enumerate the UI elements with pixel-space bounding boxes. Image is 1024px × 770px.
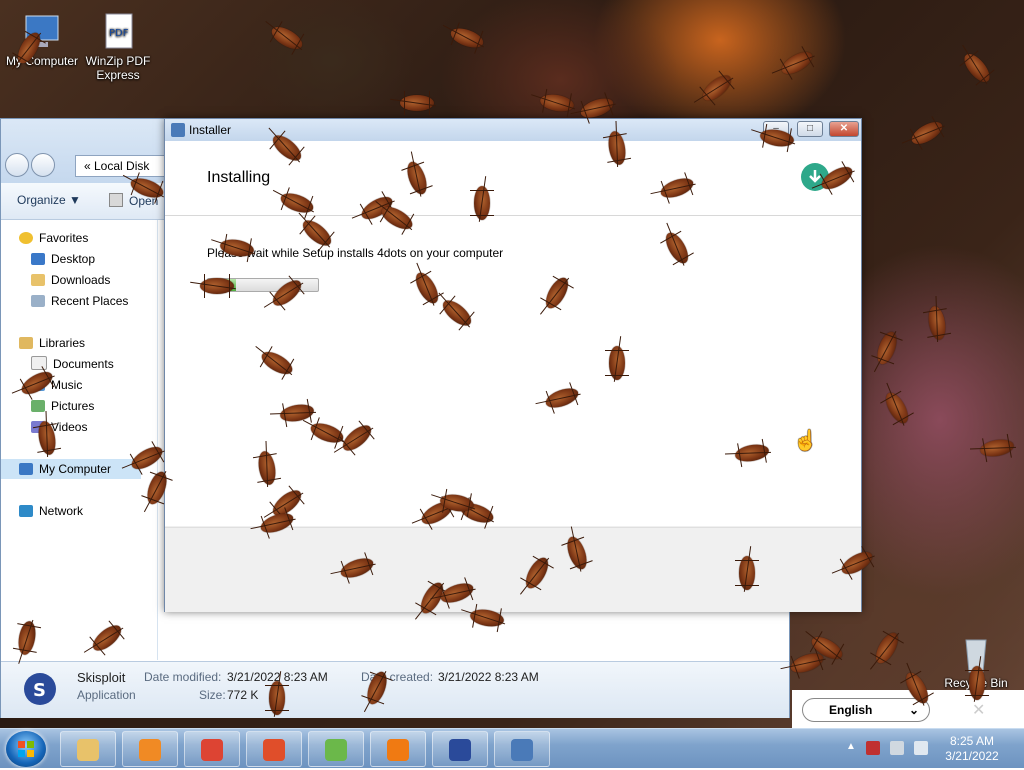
file-explorer-icon (77, 739, 99, 761)
installer-title: Installer (189, 123, 232, 137)
sidebar-label: My Computer (39, 462, 112, 476)
sidebar-label: Documents (53, 357, 114, 371)
date-modified-label: Date modified: (144, 670, 222, 684)
media-player-icon (139, 739, 161, 761)
network-tray-icon[interactable] (890, 741, 904, 755)
close-icon[interactable]: ✕ (972, 700, 985, 720)
cockroach-icon (969, 666, 985, 700)
computer-icon (19, 463, 33, 475)
sidebar-label: Desktop (51, 252, 96, 266)
libraries-icon (19, 337, 33, 349)
cockroach-icon (278, 402, 316, 424)
clock-date: 3/21/2022 (945, 749, 999, 763)
maximize-button[interactable]: □ (797, 121, 823, 137)
windows-logo-icon (18, 741, 34, 757)
show-hidden-icons-icon[interactable]: ▲ (846, 741, 856, 752)
taskbar-button-avast[interactable] (370, 731, 426, 767)
taskbar-button-skisploit[interactable] (432, 731, 488, 767)
sidebar-item-favorites[interactable]: Favorites (19, 228, 88, 248)
sidebar-label: Pictures (51, 399, 95, 413)
sidebar-item-recent-places[interactable]: Recent Places (31, 291, 128, 311)
details-pane: S Skisploit Application Date modified: 3… (1, 661, 789, 718)
forward-button[interactable] (31, 153, 55, 177)
recent-places-icon (31, 295, 45, 307)
cockroach-icon (269, 681, 285, 715)
language-value: English (829, 703, 873, 717)
sidebar-label: Recent Places (51, 294, 129, 308)
cockroach-icon (200, 274, 234, 298)
volume-icon[interactable] (914, 741, 928, 755)
network-icon (19, 505, 33, 517)
desktop-icon (31, 253, 45, 265)
hand-cursor-icon: ☝ (793, 430, 818, 452)
organize-button[interactable]: Organize ▼ (17, 193, 81, 207)
sidebar-label: Libraries (39, 336, 86, 350)
taskbar-button-installer[interactable] (494, 731, 550, 767)
navigation-pane: Favorites Desktop Downloads Recent Place… (1, 220, 158, 660)
skisploit-icon (449, 739, 471, 761)
sidebar-item-downloads[interactable]: Downloads (31, 270, 110, 290)
office-icon (263, 739, 285, 761)
application-icon: S (21, 670, 59, 708)
desktop-icon-label: My Computer (5, 54, 79, 68)
pictures-icon (31, 400, 45, 412)
taskbar-button-winzip[interactable] (308, 731, 364, 767)
installer-heading: Installing (207, 169, 271, 186)
cockroach-icon (609, 346, 625, 380)
size-value: 772 K (227, 688, 259, 702)
sidebar-label: Music (51, 378, 83, 392)
taskbar: ▲ 8:25 AM 3/21/2022 (0, 728, 1024, 768)
sidebar-item-my-computer[interactable]: My Computer (1, 459, 141, 479)
downloads-icon (31, 274, 45, 286)
cockroach-icon (16, 619, 38, 657)
back-button[interactable] (5, 153, 29, 177)
action-center-icon[interactable] (866, 741, 880, 755)
sidebar-item-pictures[interactable]: Pictures (31, 396, 94, 416)
sidebar-item-desktop[interactable]: Desktop (31, 249, 95, 269)
clock[interactable]: 8:25 AM 3/21/2022 (944, 734, 1000, 764)
cockroach-icon (474, 186, 490, 220)
cockroach-icon (739, 556, 755, 590)
date-created-value: 3/21/2022 8:23 AM (438, 670, 539, 684)
desktop-icon-label: WinZip PDF Express (85, 54, 151, 82)
svg-text:S: S (33, 680, 46, 701)
taskbar-button-chrome[interactable] (184, 731, 240, 767)
sidebar-label: Network (39, 504, 84, 518)
installer-header: Installing (165, 141, 861, 216)
cockroach-icon (400, 91, 434, 115)
close-button[interactable]: ✕ (829, 121, 859, 137)
desktop-icon-winzip-pdf[interactable]: PDF WinZip PDF Express (76, 12, 160, 82)
avast-icon (387, 739, 409, 761)
sidebar-label: Downloads (51, 273, 111, 287)
cockroach-icon (733, 442, 771, 464)
installer-app-icon (171, 123, 185, 137)
clock-time: 8:25 AM (949, 734, 995, 748)
sidebar-item-network[interactable]: Network (19, 501, 83, 521)
sidebar-item-libraries[interactable]: Libraries (19, 333, 85, 353)
taskbar-button-media-player[interactable] (122, 731, 178, 767)
chrome-icon (201, 739, 223, 761)
start-button[interactable] (6, 731, 46, 767)
taskbar-button-file-explorer[interactable] (60, 731, 116, 767)
installer-icon (511, 739, 533, 761)
svg-text:PDF: PDF (109, 28, 129, 39)
open-icon (109, 193, 123, 207)
sidebar-label: Favorites (39, 231, 89, 245)
winzip-icon (325, 739, 347, 761)
taskbar-button-office[interactable] (246, 731, 302, 767)
file-name: Skisploit (77, 670, 126, 685)
size-label: Size: (199, 688, 226, 702)
star-icon (19, 232, 33, 244)
pdf-icon: PDF (98, 12, 138, 52)
file-type: Application (77, 688, 136, 702)
cockroach-icon (978, 437, 1016, 459)
